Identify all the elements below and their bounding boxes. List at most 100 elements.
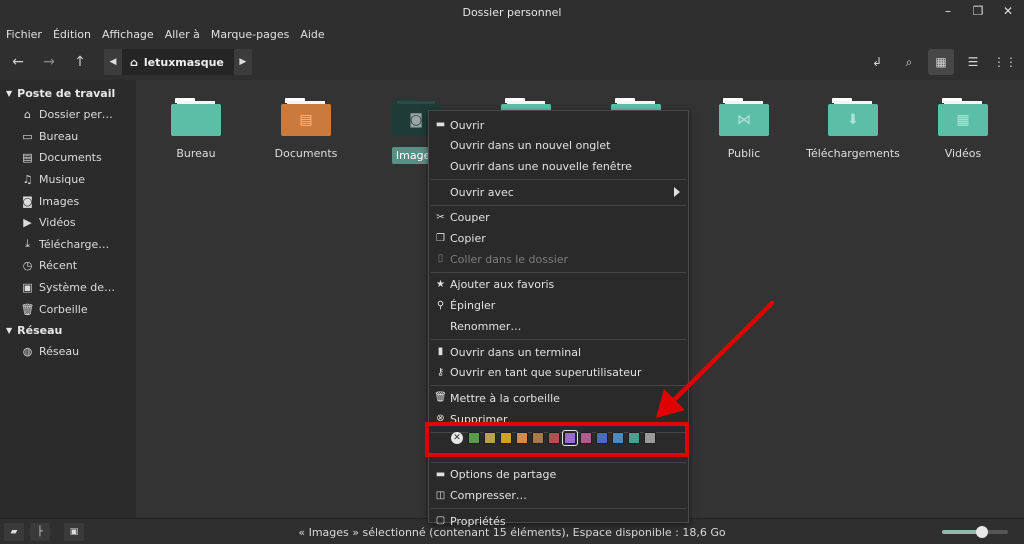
menu-separator bbox=[431, 385, 686, 387]
sidebar-item-label: Système de… bbox=[39, 281, 116, 295]
context-menu-item[interactable]: Ouvrir dans une nouvelle fenêtre bbox=[429, 156, 688, 176]
menu-separator bbox=[431, 271, 686, 273]
folder-item[interactable]: ▤ Documents bbox=[256, 98, 356, 160]
list-view-icon[interactable]: ☰ bbox=[960, 49, 986, 75]
color-tag-swatch[interactable] bbox=[532, 432, 544, 444]
sidebar-section-header[interactable]: ▼ Poste de travail bbox=[0, 83, 136, 104]
sidebar-item[interactable]: ▣ Système de… bbox=[0, 277, 136, 299]
folder-item[interactable]: ⬇ Téléchargements bbox=[803, 98, 903, 160]
context-menu-label: Ouvrir en tant que superutilisateur bbox=[450, 366, 642, 380]
sidebar-item[interactable]: ⤓ Télécharge… bbox=[0, 234, 136, 256]
context-menu-item[interactable]: ▢ Propriétés bbox=[429, 511, 688, 531]
folder-item[interactable]: ▦ Vidéos bbox=[913, 98, 1013, 160]
menu-item[interactable]: Fichier bbox=[6, 28, 42, 41]
sidebar-item[interactable]: ◙ Images bbox=[0, 190, 136, 212]
context-menu-label: Compresser… bbox=[450, 489, 527, 502]
close-icon[interactable]: ✕ bbox=[1000, 3, 1016, 19]
context-menu-item[interactable]: Ouvrir dans un nouvel onglet bbox=[429, 136, 688, 156]
sidebar-item-label: Bureau bbox=[39, 129, 79, 143]
context-menu-label: Ouvrir avec bbox=[450, 185, 514, 199]
color-tag-swatch[interactable] bbox=[516, 432, 528, 444]
sidebar-item-label: Dossier per… bbox=[39, 108, 113, 122]
color-tag-swatch[interactable] bbox=[644, 432, 656, 444]
breadcrumb-right-icon[interactable]: ▶ bbox=[233, 49, 252, 75]
sidebar-section-header[interactable]: ▼ Réseau bbox=[0, 320, 136, 341]
location-toggle-icon[interactable]: ↲ bbox=[864, 49, 890, 75]
context-menu-item[interactable]: ❐ Copier bbox=[429, 229, 688, 249]
context-menu-label: Coller dans le dossier bbox=[450, 252, 569, 266]
sidebar-item[interactable]: ▭ Bureau bbox=[0, 126, 136, 148]
folder-name: Vidéos bbox=[944, 147, 982, 160]
color-tag-swatch[interactable] bbox=[596, 432, 608, 444]
context-menu-item[interactable]: Renommer… bbox=[429, 316, 688, 336]
clear-tag-icon[interactable]: ✕ bbox=[451, 432, 463, 444]
breadcrumb-left-icon[interactable]: ◀ bbox=[104, 49, 122, 75]
download-icon: ⤓ bbox=[25, 237, 30, 251]
color-tag-swatch[interactable] bbox=[484, 432, 496, 444]
trash-icon: 🗑 bbox=[20, 302, 35, 316]
menu-item[interactable]: Marque-pages bbox=[211, 28, 289, 41]
breadcrumb-home[interactable]: ⌂ letuxmasque bbox=[122, 49, 234, 75]
back-arrow-icon[interactable]: ← bbox=[9, 53, 27, 71]
zoom-knob[interactable] bbox=[975, 526, 988, 538]
color-tag-swatch[interactable] bbox=[562, 430, 578, 446]
context-menu-label: Épingler bbox=[450, 299, 496, 313]
context-menu-item[interactable]: ⚷ Ouvrir en tant que superutilisateur bbox=[429, 363, 688, 383]
menu-separator bbox=[431, 508, 686, 510]
sidebar-item[interactable]: ▶ Vidéos bbox=[0, 212, 136, 234]
color-tag-swatch[interactable] bbox=[500, 432, 512, 444]
star-icon: ★ bbox=[436, 278, 445, 290]
zoom-slider[interactable] bbox=[942, 526, 1008, 538]
context-menu-item[interactable]: 🗑 Mettre à la corbeille bbox=[429, 388, 688, 408]
folder-item[interactable]: Bureau bbox=[146, 98, 246, 160]
color-tag-swatch[interactable] bbox=[628, 432, 640, 444]
context-menu-item[interactable]: ⚲ Épingler bbox=[429, 296, 688, 316]
title-bar: Dossier personnel – ❐ ✕ bbox=[0, 0, 1024, 24]
context-menu-item[interactable]: ★ Ajouter aux favoris bbox=[429, 275, 688, 295]
sidebar-item-label: Réseau bbox=[39, 345, 80, 359]
color-tag-swatch[interactable] bbox=[468, 432, 480, 444]
folder-name: Documents bbox=[274, 147, 338, 160]
context-menu-label: Options de partage bbox=[450, 468, 557, 482]
submenu-arrow-icon bbox=[674, 187, 680, 198]
window-title: Dossier personnel bbox=[462, 5, 562, 19]
context-menu-item[interactable]: ▬ Ouvrir bbox=[429, 115, 688, 135]
forward-arrow-icon[interactable]: → bbox=[40, 53, 58, 71]
menu-item[interactable]: Édition bbox=[53, 28, 91, 41]
videos-folder-icon: ▦ bbox=[938, 98, 988, 136]
sidebar-item-label: Télécharge… bbox=[39, 237, 110, 251]
sidebar-item[interactable]: ◍ Réseau bbox=[0, 341, 136, 363]
sidebar-item[interactable]: ▤ Documents bbox=[0, 147, 136, 169]
menu-item[interactable]: Affichage bbox=[102, 28, 154, 41]
grid-view-icon[interactable]: ▦ bbox=[928, 49, 954, 75]
terminal-icon: ▮ bbox=[437, 346, 444, 357]
minimize-icon[interactable]: – bbox=[940, 3, 956, 19]
video-icon: ▶ bbox=[23, 216, 32, 230]
home-icon: ⌂ bbox=[24, 108, 31, 122]
context-menu-item[interactable]: ▮ Ouvrir dans un terminal bbox=[429, 342, 688, 362]
context-menu-item[interactable]: ◫ Compresser… bbox=[429, 486, 688, 506]
menu-item[interactable]: Aller à bbox=[165, 28, 200, 41]
folder-name: Téléchargements bbox=[806, 147, 900, 160]
sidebar-item[interactable]: ⌂ Dossier per… bbox=[0, 104, 136, 126]
sidebar-item[interactable]: ♫ Musique bbox=[0, 169, 136, 191]
context-menu-label: Mettre à la corbeille bbox=[450, 391, 560, 405]
up-arrow-icon[interactable]: ↑ bbox=[71, 53, 89, 71]
context-menu-item[interactable]: ▬ Options de partage bbox=[429, 465, 688, 485]
context-menu-item[interactable]: Ouvrir avec bbox=[429, 182, 688, 202]
search-icon[interactable]: ⌕ bbox=[896, 49, 922, 75]
context-menu-label: Ajouter aux favoris bbox=[450, 278, 555, 292]
compact-view-icon[interactable]: ⋮⋮ bbox=[992, 49, 1018, 75]
sidebar-item[interactable]: ◷ Récent bbox=[0, 255, 136, 277]
maximize-icon[interactable]: ❐ bbox=[970, 3, 986, 19]
menu-item[interactable]: Aide bbox=[300, 28, 324, 41]
globe-icon: ◍ bbox=[22, 345, 33, 359]
color-tag-swatch[interactable] bbox=[612, 432, 624, 444]
sidebar-item[interactable]: 🗑 Corbeille bbox=[0, 298, 136, 320]
color-tag-swatch[interactable] bbox=[548, 432, 560, 444]
context-menu-label: Ouvrir dans un terminal bbox=[450, 345, 582, 359]
color-tag-swatch[interactable] bbox=[580, 432, 592, 444]
context-menu-item[interactable]: ✂ Couper bbox=[429, 208, 688, 228]
folder-name: Public bbox=[727, 147, 761, 160]
folder-item[interactable]: ⋈ Public bbox=[694, 98, 794, 160]
